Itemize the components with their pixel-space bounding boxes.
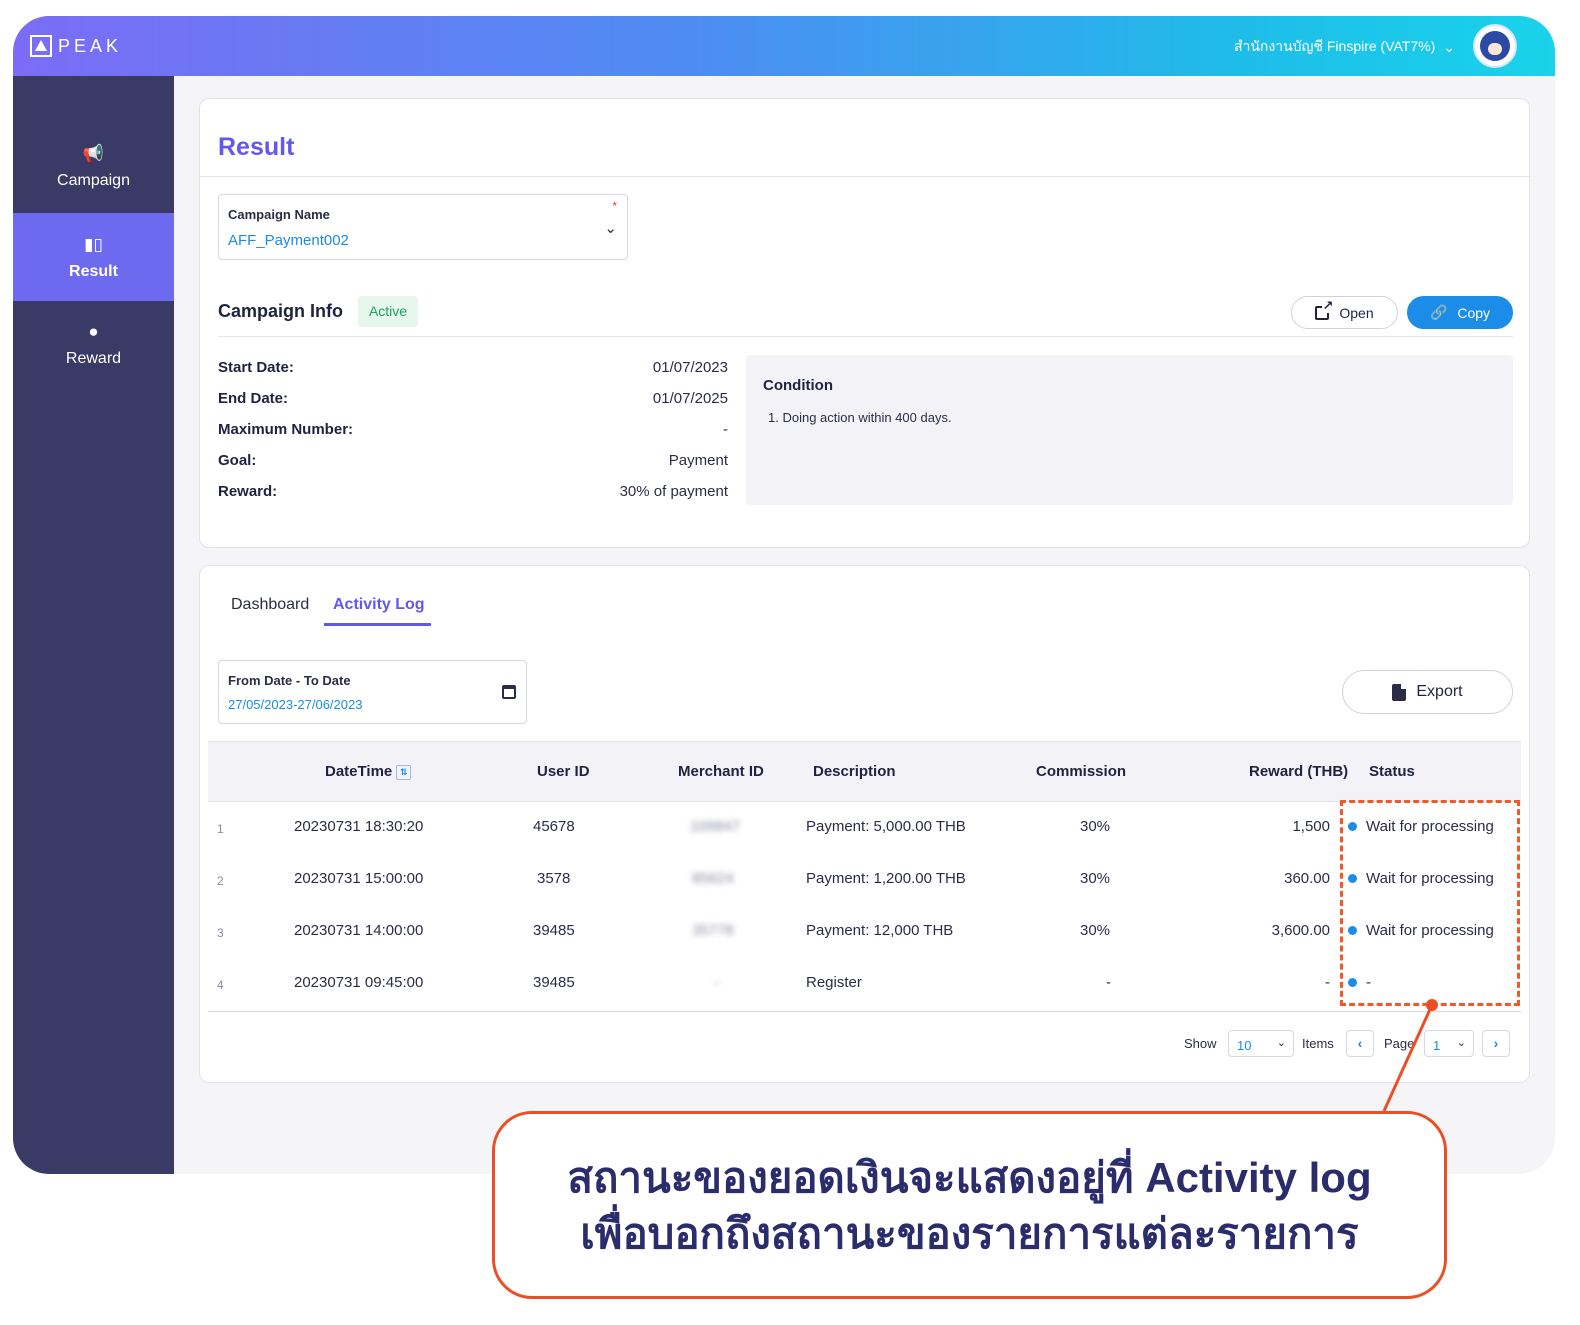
leader-line bbox=[1382, 1004, 1434, 1112]
callout-line-2: เพื่อบอกถึงสถานะของรายการแต่ละรายการ bbox=[580, 1210, 1359, 1257]
callout-line-1: สถานะของยอดเงินจะแสดงอยู่ที่ Activity lo… bbox=[567, 1154, 1372, 1201]
callout-box: สถานะของยอดเงินจะแสดงอยู่ที่ Activity lo… bbox=[492, 1111, 1447, 1299]
leader-dot bbox=[1426, 999, 1438, 1011]
